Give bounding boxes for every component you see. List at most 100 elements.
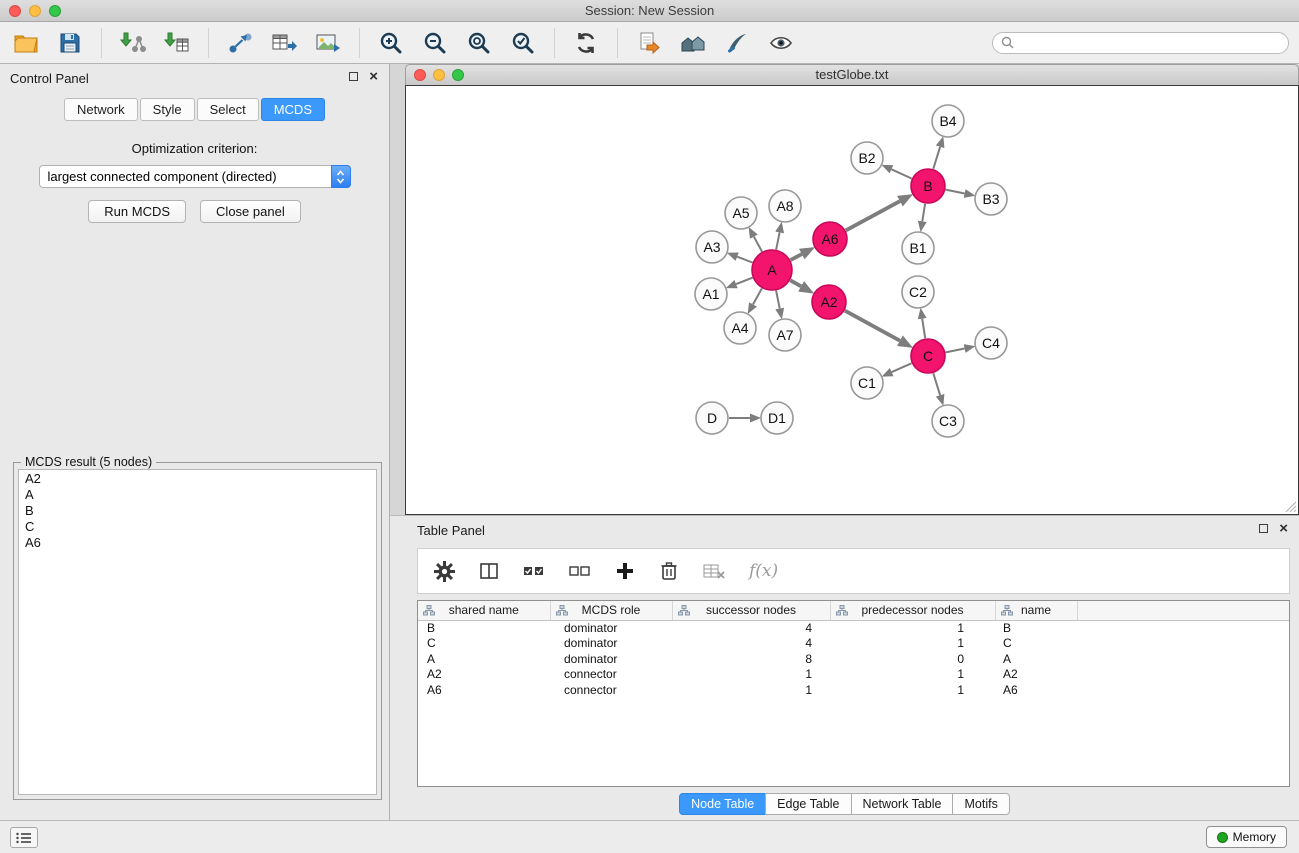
resize-grip-icon[interactable] <box>1285 501 1297 513</box>
cell-successor-nodes[interactable]: 1 <box>672 683 830 699</box>
network-canvas[interactable]: B4B2BB3A5A8A6A3B1AC2A1A2A4A7C4CC1DD1C3 <box>405 85 1299 515</box>
table-row[interactable]: Adominator80A <box>418 652 1289 668</box>
node-B[interactable]: B <box>911 169 945 203</box>
network-minimize-button[interactable] <box>433 69 445 81</box>
table-settings-button[interactable] <box>434 561 455 582</box>
export-network-button[interactable] <box>224 27 256 59</box>
cell-name[interactable]: A2 <box>995 667 1077 683</box>
float-panel-icon[interactable] <box>349 72 358 81</box>
tab-network[interactable]: Network <box>64 98 138 121</box>
duplicate-network-button[interactable] <box>633 27 665 59</box>
node-A7[interactable]: A7 <box>769 319 801 351</box>
cell-mcds-role[interactable]: dominator <box>550 652 672 668</box>
table-row[interactable]: Bdominator41B <box>418 620 1289 636</box>
column-header-name[interactable]: name <box>995 601 1077 620</box>
edge-B-B1[interactable] <box>922 204 925 222</box>
zoom-window-button[interactable] <box>49 5 61 17</box>
tab-edge-table[interactable]: Edge Table <box>765 793 851 815</box>
column-visibility-button[interactable] <box>479 561 499 581</box>
mcds-result-list[interactable]: A2ABCA6 <box>18 469 377 795</box>
cell-mcds-role[interactable]: connector <box>550 683 672 699</box>
show-hide-button[interactable] <box>765 27 797 59</box>
node-A2[interactable]: A2 <box>812 285 846 319</box>
select-all-button[interactable] <box>523 562 545 580</box>
edge-A-A5[interactable] <box>754 237 762 252</box>
node-B3[interactable]: B3 <box>975 183 1007 215</box>
cell-predecessor-nodes[interactable]: 1 <box>830 683 995 699</box>
search-input[interactable] <box>1019 34 1280 51</box>
column-header-predecessor-nodes[interactable]: predecessor nodes <box>830 601 995 620</box>
task-history-button[interactable] <box>10 827 38 848</box>
edge-B-B4[interactable] <box>933 147 940 169</box>
tab-node-table[interactable]: Node Table <box>679 793 766 815</box>
optimization-dropdown[interactable]: largest connected component (directed) <box>39 165 351 188</box>
edge-C-C4[interactable] <box>946 349 965 353</box>
node-A4[interactable]: A4 <box>724 312 756 344</box>
edge-B-B3[interactable] <box>946 190 965 194</box>
node-C[interactable]: C <box>911 339 945 373</box>
edge-A-A7[interactable] <box>776 291 780 309</box>
edge-A-A1[interactable] <box>736 278 752 284</box>
node-C2[interactable]: C2 <box>902 276 934 308</box>
cell-name[interactable]: A <box>995 652 1077 668</box>
zoom-out-button[interactable] <box>419 27 451 59</box>
node-C3[interactable]: C3 <box>932 405 964 437</box>
edge-A-A6[interactable] <box>791 254 802 260</box>
apply-style-button[interactable] <box>721 27 753 59</box>
close-panel-icon[interactable]: × <box>369 72 378 81</box>
delete-column-button[interactable] <box>659 561 679 581</box>
node-A[interactable]: A <box>752 250 792 290</box>
close-panel-button[interactable]: Close panel <box>200 200 301 223</box>
edge-C-C1[interactable] <box>892 363 912 372</box>
close-table-panel-icon[interactable]: × <box>1279 524 1288 533</box>
zoom-fit-button[interactable] <box>463 27 495 59</box>
column-header-shared-name[interactable]: shared name <box>418 601 550 620</box>
run-mcds-button[interactable]: Run MCDS <box>88 200 186 223</box>
cell-successor-nodes[interactable]: 1 <box>672 667 830 683</box>
node-D[interactable]: D <box>696 402 728 434</box>
column-header-mcds-role[interactable]: MCDS role <box>550 601 672 620</box>
zoom-selected-button[interactable] <box>507 27 539 59</box>
cell-mcds-role[interactable]: connector <box>550 667 672 683</box>
close-window-button[interactable] <box>9 5 21 17</box>
table-row[interactable]: A6connector11A6 <box>418 683 1289 699</box>
network-close-button[interactable] <box>414 69 426 81</box>
node-A5[interactable]: A5 <box>725 197 757 229</box>
edge-A-A8[interactable] <box>776 233 779 250</box>
cell-shared-name[interactable]: A2 <box>418 667 550 683</box>
home-view-button[interactable] <box>677 27 709 59</box>
node-A3[interactable]: A3 <box>696 231 728 263</box>
node-A6[interactable]: A6 <box>813 222 847 256</box>
edge-C-C3[interactable] <box>933 373 940 395</box>
node-C1[interactable]: C1 <box>851 367 883 399</box>
node-B4[interactable]: B4 <box>932 105 964 137</box>
minimize-window-button[interactable] <box>29 5 41 17</box>
tab-motifs[interactable]: Motifs <box>952 793 1009 815</box>
cell-predecessor-nodes[interactable]: 0 <box>830 652 995 668</box>
node-B1[interactable]: B1 <box>902 232 934 264</box>
node-A1[interactable]: A1 <box>695 278 727 310</box>
cell-name[interactable]: A6 <box>995 683 1077 699</box>
table-row[interactable]: Cdominator41C <box>418 636 1289 652</box>
edge-C-C2[interactable] <box>922 319 925 339</box>
node-B2[interactable]: B2 <box>851 142 883 174</box>
network-graph[interactable]: B4B2BB3A5A8A6A3B1AC2A1A2A4A7C4CC1DD1C3 <box>406 86 1298 514</box>
delete-table-button[interactable] <box>703 562 725 580</box>
cell-successor-nodes[interactable]: 4 <box>672 636 830 652</box>
edge-A2-C[interactable] <box>845 311 900 341</box>
search-box[interactable] <box>992 32 1289 54</box>
add-column-button[interactable] <box>615 561 635 581</box>
table-row[interactable]: A2connector11A2 <box>418 667 1289 683</box>
open-session-button[interactable] <box>10 27 42 59</box>
export-image-button[interactable] <box>312 27 344 59</box>
cell-predecessor-nodes[interactable]: 1 <box>830 636 995 652</box>
import-network-button[interactable] <box>117 27 149 59</box>
cell-mcds-role[interactable]: dominator <box>550 620 672 636</box>
import-table-url-button[interactable] <box>268 27 300 59</box>
refresh-layout-button[interactable] <box>570 27 602 59</box>
tab-network-table[interactable]: Network Table <box>851 793 954 815</box>
edge-A-A2[interactable] <box>790 280 801 286</box>
network-zoom-button[interactable] <box>452 69 464 81</box>
node-C4[interactable]: C4 <box>975 327 1007 359</box>
save-session-button[interactable] <box>54 27 86 59</box>
